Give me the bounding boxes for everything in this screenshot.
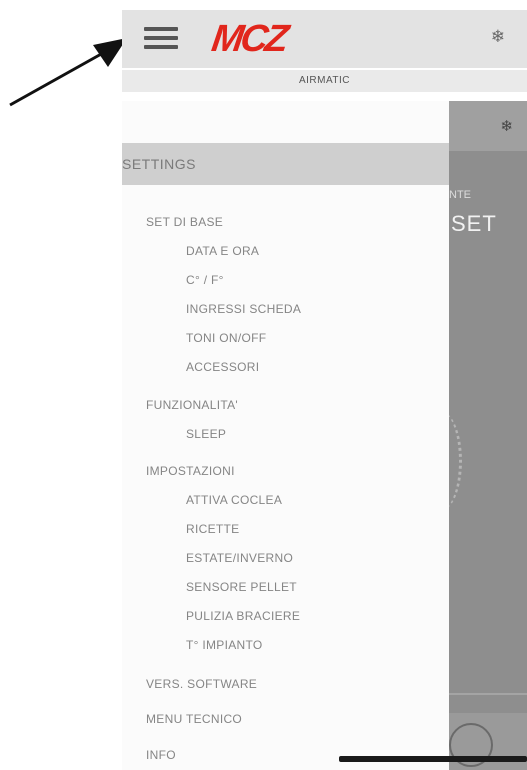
settings-drawer: SETTINGS SET DI BASE DATA E ORA C° / F° ING… [122, 101, 449, 770]
menu-item[interactable]: PULIZIA BRACIERE [186, 609, 300, 623]
menu-item[interactable]: ACCESSORI [186, 360, 259, 374]
menu-item[interactable]: TONI ON/OFF [186, 331, 266, 345]
background-dial [449, 411, 462, 511]
background-screen: ❄ NTE SET [449, 101, 527, 770]
background-set-label: SET [451, 211, 497, 236]
menu-item[interactable]: IMPOSTAZIONI [146, 464, 235, 478]
menu-item[interactable]: SET DI BASE [146, 215, 223, 229]
brand-logo: MCZ [209, 18, 289, 60]
snowflake-icon[interactable]: ❄ [491, 27, 505, 47]
app-header: MCZ ❄ [122, 10, 527, 68]
background-top-bar: ❄ [449, 101, 527, 151]
menu-item[interactable]: RICETTE [186, 522, 239, 536]
device-name-bar: AIRMATIC [122, 70, 527, 92]
menu-item[interactable]: ESTATE/INVERNO [186, 551, 293, 565]
menu-item[interactable]: T° IMPIANTO [186, 638, 263, 652]
snowflake-icon: ❄ [500, 118, 513, 135]
settings-title: SETTINGS [122, 156, 197, 172]
hamburger-menu-icon[interactable] [144, 27, 178, 49]
menu-item[interactable]: VERS. SOFTWARE [146, 677, 257, 691]
home-indicator [339, 756, 527, 762]
background-partial-label: NTE [449, 189, 471, 201]
menu-item[interactable]: ATTIVA COCLEA [186, 493, 282, 507]
annotation-arrow [9, 38, 127, 107]
menu-item[interactable]: SLEEP [186, 427, 226, 441]
menu-item[interactable]: INGRESSI SCHEDA [186, 302, 301, 316]
menu-item[interactable]: INFO [146, 748, 176, 762]
menu-item[interactable]: C° / F° [186, 273, 224, 287]
settings-header: SETTINGS [122, 143, 449, 185]
menu-item[interactable]: MENU TECNICO [146, 712, 242, 726]
menu-item[interactable]: DATA E ORA [186, 244, 259, 258]
background-divider [449, 693, 527, 695]
menu-item[interactable]: SENSORE PELLET [186, 580, 297, 594]
menu-item[interactable]: FUNZIONALITA' [146, 398, 238, 412]
device-name: AIRMATIC [298, 75, 351, 86]
